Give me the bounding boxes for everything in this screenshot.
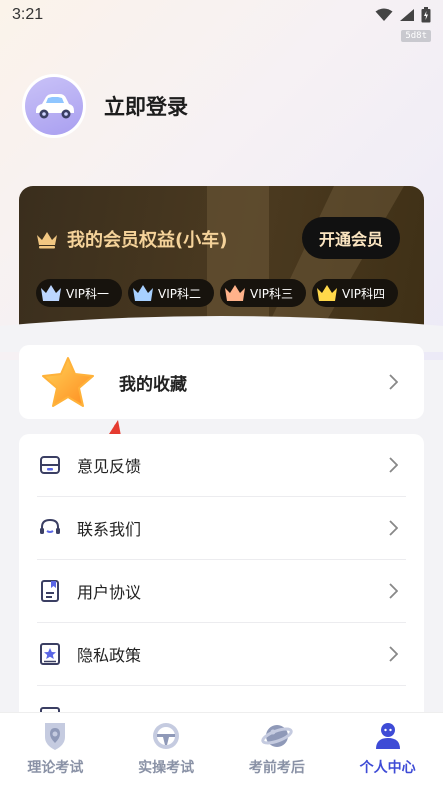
chevron-right-icon xyxy=(389,374,398,390)
vip-chip-3[interactable]: VIP科三 xyxy=(220,279,306,307)
car-icon xyxy=(36,94,74,119)
favorites-row[interactable]: 我的收藏 xyxy=(19,345,424,419)
vip-chip-1[interactable]: VIP科一 xyxy=(36,279,122,307)
menu-item-user-agreement[interactable]: 用户协议 xyxy=(37,560,406,623)
chevron-right-icon xyxy=(389,646,398,662)
crown-badge-icon xyxy=(317,285,337,301)
signal-icon xyxy=(400,9,414,21)
crown-badge-icon xyxy=(133,285,153,301)
tab-personal-center[interactable]: 个人中心 xyxy=(332,713,443,788)
document-icon xyxy=(37,578,63,604)
privacy-icon xyxy=(37,641,63,667)
steering-wheel-icon xyxy=(153,723,180,749)
wifi-icon xyxy=(375,8,393,21)
crown-icon xyxy=(37,232,57,249)
open-membership-button[interactable]: 开通会员 xyxy=(302,217,400,259)
vip-title-row: 我的会员权益(小车) xyxy=(35,226,227,252)
tab-practical-exam[interactable]: 实操考试 xyxy=(111,713,222,788)
vip-chip-4[interactable]: VIP科四 xyxy=(312,279,398,307)
chevron-right-icon xyxy=(389,520,398,536)
status-icons xyxy=(375,7,431,23)
profile-header[interactable]: 立即登录 xyxy=(22,74,188,138)
tab-before-after-exam[interactable]: 考前考后 xyxy=(222,713,333,788)
tab-theory-exam[interactable]: 理论考试 xyxy=(0,713,111,788)
star-icon xyxy=(42,357,94,407)
crown-badge-icon xyxy=(41,285,61,301)
battery-icon xyxy=(421,7,431,23)
login-link[interactable]: 立即登录 xyxy=(104,91,188,121)
planet-icon xyxy=(261,725,293,747)
menu-item-feedback[interactable]: 意见反馈 xyxy=(37,434,406,497)
debug-tag: 5d8t xyxy=(401,30,431,42)
status-bar: 3:21 xyxy=(0,0,443,30)
menu-item-privacy[interactable]: 隐私政策 xyxy=(37,623,406,686)
menu-list: 意见反馈 联系我们 用户协议 隐私政策 xyxy=(19,434,424,734)
vip-chips: VIP科一 VIP科二 VIP科三 VIP科四 xyxy=(36,279,398,307)
favorites-label: 我的收藏 xyxy=(119,374,187,395)
avatar[interactable] xyxy=(22,74,86,138)
chevron-right-icon xyxy=(389,583,398,599)
vip-chip-2[interactable]: VIP科二 xyxy=(128,279,214,307)
pen-icon xyxy=(45,723,66,750)
chevron-right-icon xyxy=(389,457,398,473)
feedback-icon xyxy=(37,452,63,478)
crown-badge-icon xyxy=(225,285,245,301)
headset-icon xyxy=(37,515,63,541)
vip-title: 我的会员权益(小车) xyxy=(67,230,228,251)
status-time: 3:21 xyxy=(12,6,44,23)
user-icon xyxy=(375,723,400,749)
bottom-tab-bar: 理论考试 实操考试 考前考后 个人中心 xyxy=(0,712,443,788)
menu-item-contact[interactable]: 联系我们 xyxy=(37,497,406,560)
